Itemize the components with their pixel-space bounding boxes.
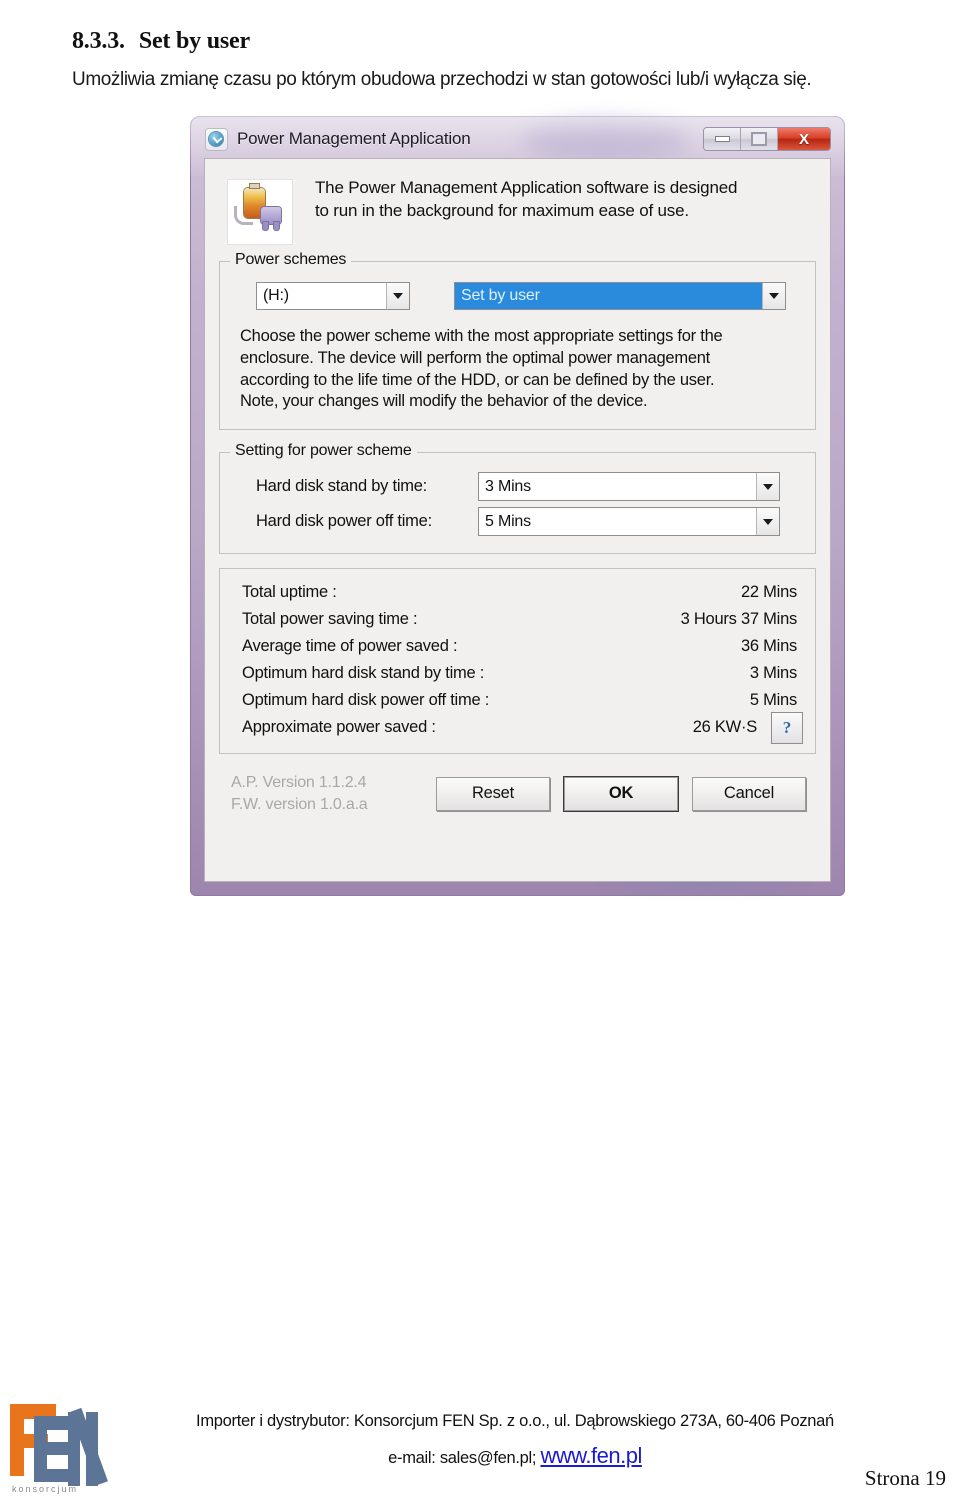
table-row: Optimum hard disk power off time : 5 Min… xyxy=(242,687,797,714)
minimize-button[interactable] xyxy=(704,128,741,150)
fen-logo: konsorcjum xyxy=(8,1402,108,1494)
footer-text: Importer i dystrybutor: Konsorcjum FEN S… xyxy=(120,1412,910,1469)
setting-group-title: Setting for power scheme xyxy=(230,442,417,461)
power-schemes-group: Power schemes (H:) Set by user Choose th… xyxy=(219,251,816,431)
window-titlebar[interactable]: Power Management Application X xyxy=(196,120,839,158)
chevron-down-icon[interactable] xyxy=(386,283,409,309)
stat-label: Total uptime : xyxy=(242,583,337,602)
table-row: Average time of power saved : 36 Mins xyxy=(242,633,797,660)
power-off-time-label: Hard disk power off time: xyxy=(256,512,432,531)
stat-label: Optimum hard disk power off time : xyxy=(242,691,490,710)
page-footer: konsorcjum Importer i dystrybutor: Konso… xyxy=(0,1394,960,1499)
page-number: Strona 19 xyxy=(864,1466,946,1490)
table-row: Total power saving time : 3 Hours 37 Min… xyxy=(242,606,797,633)
power-off-time-value: 5 Mins xyxy=(485,512,531,530)
table-row: Optimum hard disk stand by time : 3 Mins xyxy=(242,660,797,687)
ok-button[interactable]: OK xyxy=(564,776,678,811)
section-number: 8.3.3. xyxy=(72,28,125,54)
close-icon: X xyxy=(798,130,809,148)
window-title: Power Management Application xyxy=(237,129,471,148)
app-circle-icon xyxy=(206,128,227,150)
power-schemes-combo-row: (H:) Set by user xyxy=(234,278,801,324)
stat-label: Total power saving time : xyxy=(242,610,418,629)
section-description: Umożliwia zmianę czasu po którym obudowa… xyxy=(72,69,812,90)
chevron-down-icon[interactable] xyxy=(762,283,785,309)
power-management-window: Power Management Application X The Power… xyxy=(190,116,845,896)
window-client-area: The Power Management Application softwar… xyxy=(204,158,831,882)
stat-value: 3 Hours 37 Mins xyxy=(680,610,798,629)
stat-value: 5 Mins xyxy=(749,691,797,710)
scheme-select[interactable]: Set by user xyxy=(454,282,786,310)
chevron-down-icon[interactable] xyxy=(756,508,779,536)
section-title: Set by user xyxy=(138,28,250,54)
footer-website-link[interactable]: www.fen.pl xyxy=(540,1443,642,1468)
app-banner: The Power Management Application softwar… xyxy=(205,159,830,255)
minimize-icon xyxy=(715,137,729,141)
logo-caption: konsorcjum xyxy=(12,1484,79,1494)
banner-line-1: The Power Management Application softwar… xyxy=(315,178,738,197)
description-line: Note, your changes will modify the behav… xyxy=(240,392,648,411)
cord-glyph xyxy=(234,206,253,225)
dialog-footer: A.P. Version 1.1.2.4 F.W. version 1.0.a.… xyxy=(205,754,830,815)
table-row: Approximate power saved : 26 KW·S ? xyxy=(242,712,803,745)
footer-contact-line: e-mail: sales@fen.pl; www.fen.pl xyxy=(120,1443,910,1469)
maximize-icon xyxy=(751,132,767,146)
description-line: Choose the power scheme with the most ap… xyxy=(240,327,723,345)
stand-by-time-row: Hard disk stand by time: 3 Mins xyxy=(234,469,801,504)
stand-by-time-value: 3 Mins xyxy=(485,477,531,495)
cancel-button[interactable]: Cancel xyxy=(692,776,806,811)
description-line: according to the life time of the HDD, o… xyxy=(240,370,715,389)
footer-address-line: Importer i dystrybutor: Konsorcjum FEN S… xyxy=(196,1412,834,1430)
stat-label: Average time of power saved : xyxy=(242,637,458,656)
battery-power-plug-icon xyxy=(227,179,293,245)
plug-glyph xyxy=(261,207,281,230)
power-off-time-row: Hard disk power off time: 5 Mins xyxy=(234,504,801,539)
caption-button-group: X xyxy=(703,127,831,151)
stat-value: 26 KW·S xyxy=(692,718,758,737)
drive-select-value: (H:) xyxy=(263,287,289,304)
banner-text: The Power Management Application softwar… xyxy=(315,177,737,223)
firmware-version: F.W. version 1.0.a.a xyxy=(231,795,368,813)
stat-label: Optimum hard disk stand by time : xyxy=(242,664,485,683)
logo-letter-n xyxy=(68,1407,108,1486)
scheme-select-value: Set by user xyxy=(455,283,762,309)
power-schemes-description: Choose the power scheme with the most ap… xyxy=(234,324,801,415)
stat-label: Approximate power saved : xyxy=(242,718,436,737)
statistics-panel: Total uptime : 22 Mins Total power savin… xyxy=(219,568,816,755)
close-button[interactable]: X xyxy=(778,128,830,150)
drive-select[interactable]: (H:) xyxy=(256,282,410,310)
power-off-time-select[interactable]: 5 Mins xyxy=(478,507,780,537)
stat-value: 22 Mins xyxy=(740,583,797,602)
reset-button[interactable]: Reset xyxy=(436,776,550,811)
stat-value: 36 Mins xyxy=(740,637,797,656)
dialog-button-row: Reset OK Cancel xyxy=(436,776,806,811)
banner-line-2: to run in the background for maximum eas… xyxy=(315,200,689,220)
page-title: 8.3.3. Set by user xyxy=(72,28,922,55)
stand-by-time-select[interactable]: 3 Mins xyxy=(478,472,780,502)
help-button[interactable]: ? xyxy=(771,712,803,745)
app-version: A.P. Version 1.1.2.4 xyxy=(231,774,367,792)
setting-for-power-scheme-group: Setting for power scheme Hard disk stand… xyxy=(219,442,816,555)
document-header: 8.3.3. Set by user Umożliwia zmianę czasu… xyxy=(72,28,922,91)
footer-email: e-mail: sales@fen.pl; xyxy=(388,1449,541,1467)
power-schemes-group-title: Power schemes xyxy=(230,251,352,269)
table-row: Total uptime : 22 Mins xyxy=(242,579,797,606)
chevron-down-icon[interactable] xyxy=(756,473,779,501)
stat-value: 3 Mins xyxy=(749,664,797,683)
maximize-button[interactable] xyxy=(741,128,778,150)
stand-by-time-label: Hard disk stand by time: xyxy=(256,477,427,496)
description-line: enclosure. The device will perform the o… xyxy=(240,348,711,367)
version-info: A.P. Version 1.1.2.4 F.W. version 1.0.a.… xyxy=(231,772,368,815)
